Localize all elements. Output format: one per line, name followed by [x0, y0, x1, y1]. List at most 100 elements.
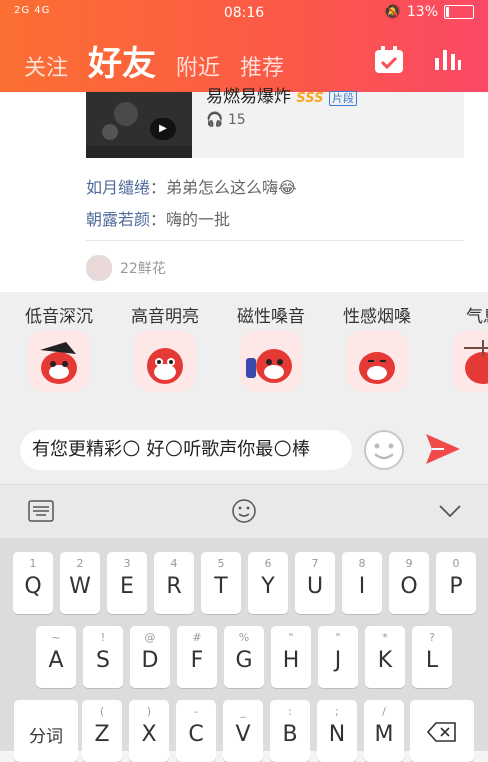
key-f[interactable]: # F	[177, 626, 217, 688]
key-m[interactable]: / M	[364, 700, 404, 762]
feed-card: ▶ 易燃易爆炸 SSS 片段 🎧 15 如月缱绻：弟弟怎么这么嗨😂 朝露若颜：嗨…	[0, 87, 488, 292]
key-c[interactable]: -C	[176, 700, 216, 762]
key-letter: N	[328, 722, 346, 747]
parrot-icon	[28, 330, 90, 392]
tab-nearby[interactable]: 附近	[176, 50, 220, 82]
sticker-high-voice[interactable]: 高音明亮	[120, 302, 210, 402]
tab-recommend[interactable]: 推荐	[240, 50, 284, 82]
key-letter: Y	[261, 574, 275, 599]
avatar[interactable]	[86, 255, 112, 281]
key-secondary: "	[288, 631, 294, 644]
key-s[interactable]: ! S	[83, 626, 123, 688]
keyboard-icon[interactable]	[28, 500, 54, 526]
key-label: 分词	[29, 727, 63, 747]
key-letter: B	[282, 722, 298, 747]
comment-input-row: 有您更精彩🌕 好🌕听歌声你最🌕棒	[0, 418, 488, 484]
calendar-check-icon[interactable]	[374, 46, 404, 78]
sticker-magnetic-voice[interactable]: 磁性嗓音	[226, 302, 316, 402]
key-i[interactable]: 8I	[342, 552, 382, 614]
key-secondary: 2	[76, 557, 84, 570]
key-j[interactable]: " J	[318, 626, 358, 688]
key-secondary: %	[238, 631, 250, 644]
key-secondary: ~	[51, 631, 61, 644]
key-secondary: 0	[452, 557, 460, 570]
key-secondary: _	[240, 705, 246, 718]
key-letter: V	[235, 722, 251, 747]
key-letter: P	[449, 574, 463, 599]
key-secondary: 3	[123, 557, 131, 570]
sticker-caption: 气息	[466, 307, 488, 327]
chevron-down-icon[interactable]	[438, 503, 462, 522]
send-icon[interactable]	[424, 432, 462, 470]
comment-user[interactable]: 朝露若颜	[86, 210, 150, 229]
key-r[interactable]: 4R	[154, 552, 194, 614]
emoji-face-icon[interactable]	[362, 428, 406, 476]
key-secondary: 7	[311, 557, 319, 570]
key-backspace[interactable]	[410, 700, 474, 762]
key-u[interactable]: 7U	[295, 552, 335, 614]
key-x[interactable]: ) X	[129, 700, 169, 762]
key-t[interactable]: 5T	[201, 552, 241, 614]
key-a[interactable]: ~ A	[36, 626, 76, 688]
key-o[interactable]: 9O	[389, 552, 429, 614]
comment-input[interactable]: 有您更精彩🌕 好🌕听歌声你最🌕棒	[20, 430, 352, 470]
play-icon[interactable]: ▶	[150, 118, 176, 140]
sticker-panel: 低音深沉 高音明亮 磁性嗓音 性感烟嗓 气息	[0, 292, 488, 418]
key-secondary: ;	[335, 705, 339, 718]
key-fenci[interactable]: 分词	[14, 700, 78, 762]
song-card[interactable]: ▶ 易燃易爆炸 SSS 片段 🎧 15	[86, 87, 464, 158]
key-l[interactable]: ? L	[412, 626, 452, 688]
key-z[interactable]: (Z	[82, 700, 122, 762]
key-letter: W	[69, 574, 91, 599]
ranking-chart-icon[interactable]	[434, 46, 462, 76]
parrot-icon	[134, 330, 196, 392]
key-secondary: :	[288, 705, 292, 718]
key-w[interactable]: 2W	[60, 552, 100, 614]
key-letter: G	[235, 648, 253, 673]
key-g[interactable]: % G	[224, 626, 264, 688]
tab-friends[interactable]: 好友	[88, 36, 156, 85]
key-p[interactable]: 0P	[436, 552, 476, 614]
key-secondary: @	[144, 631, 156, 644]
clip-badge: 片段	[328, 91, 357, 106]
key-secondary: )	[146, 705, 152, 718]
key-h[interactable]: " H	[271, 626, 311, 688]
key-k[interactable]: * K	[365, 626, 405, 688]
key-v[interactable]: _ V	[223, 700, 263, 762]
key-secondary: 6	[264, 557, 272, 570]
key-letter: X	[141, 722, 157, 747]
key-letter: T	[214, 574, 228, 599]
key-letter: A	[48, 648, 64, 673]
key-secondary: 1	[29, 557, 37, 570]
app-header: 2G 4G 08:16 🔕 13% 关注 好友 附近 推荐	[0, 0, 488, 92]
sticker-caption: 高音明亮	[131, 307, 199, 327]
headphones-icon: 🎧	[206, 112, 224, 128]
emoji-icon[interactable]	[231, 498, 257, 528]
sticker-sexy-voice[interactable]: 性感烟嗓	[332, 302, 422, 402]
song-thumbnail[interactable]: ▶	[86, 92, 192, 158]
key-b[interactable]: :B	[270, 700, 310, 762]
key-e[interactable]: 3E	[107, 552, 147, 614]
key-secondary: *	[382, 631, 388, 644]
battery-icon	[444, 5, 474, 19]
status-right: 🔕 13%	[383, 4, 474, 20]
tab-follow[interactable]: 关注	[24, 50, 68, 82]
key-letter: E	[120, 574, 134, 599]
flower-row: 22鲜花	[86, 255, 166, 281]
parrot-icon	[240, 330, 302, 392]
key-letter: Q	[24, 574, 42, 599]
sticker-low-voice[interactable]: 低音深沉	[14, 302, 104, 402]
key-letter: U	[306, 574, 324, 599]
comment-item: 如月缱绻：弟弟怎么这么嗨😂	[86, 174, 297, 198]
key-d[interactable]: @ D	[130, 626, 170, 688]
key-secondary: "	[335, 631, 341, 644]
key-letter: S	[96, 648, 110, 673]
key-y[interactable]: 6Y	[248, 552, 288, 614]
key-q[interactable]: 1Q	[13, 552, 53, 614]
key-n[interactable]: ; N	[317, 700, 357, 762]
key-letter: L	[425, 648, 439, 673]
comment-item: 朝露若颜：嗨的一批	[86, 206, 230, 230]
key-letter: M	[374, 722, 394, 747]
sticker-breath[interactable]: 气息	[438, 302, 488, 402]
comment-user[interactable]: 如月缱绻	[86, 178, 150, 197]
